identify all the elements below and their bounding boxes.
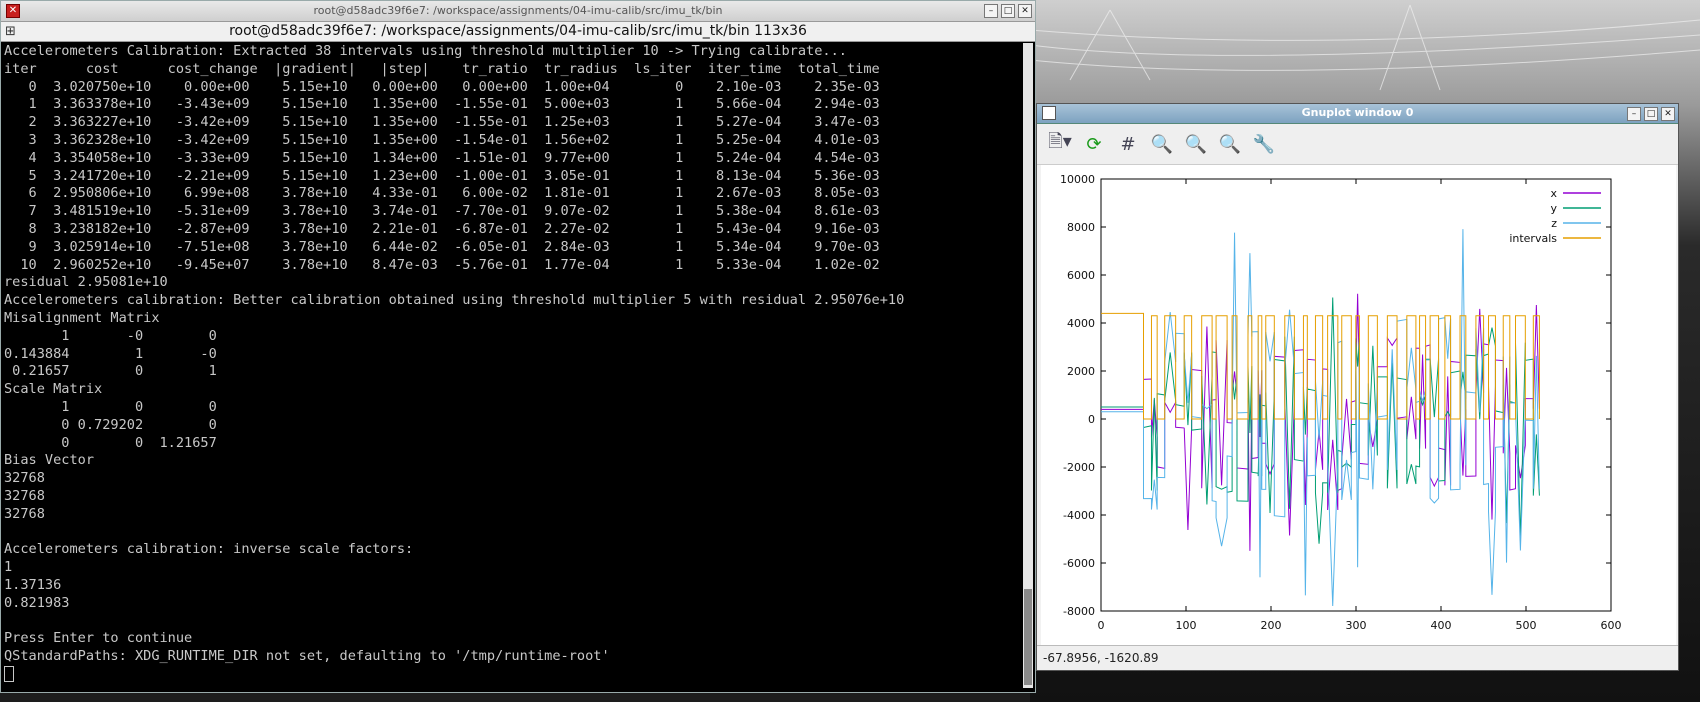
plot-svg: 0 100 200 300 400 500 600 -8000 -6000 -4000 -2000 0… [1060, 173, 1622, 632]
gnuplot-window-title: Gnuplot window 0 [1301, 106, 1414, 119]
terminal-tabbar: ⊞ root@d58adc39f6e7: /workspace/assignme… [1, 22, 1035, 42]
x-tick-label: 500 [1516, 619, 1537, 632]
y-tick-label: -4000 [1063, 509, 1095, 522]
x-tick-label: 200 [1261, 619, 1282, 632]
x-tick-label: 0 [1098, 619, 1105, 632]
terminal-line: 1 0 0 [61, 398, 217, 415]
terminal-window[interactable]: ✕ root@d58adc39f6e7: /workspace/assignme… [0, 0, 1036, 693]
terminal-line: 32768 [4, 470, 45, 487]
y-tick-label: -8000 [1063, 605, 1095, 618]
terminal-output[interactable]: Accelerometers Calibration: Extracted 38… [4, 43, 1022, 688]
terminal-cursor [4, 665, 14, 682]
terminal-line: Bias Vector [4, 452, 95, 469]
settings-icon[interactable]: 🔧 [1249, 129, 1279, 159]
terminal-scrollbar[interactable] [1023, 43, 1033, 688]
terminal-line: 0 0 1.21657 [61, 434, 217, 451]
y-tick-label: 0 [1088, 413, 1095, 426]
terminal-line: Press Enter to continue [4, 630, 193, 647]
x-tick-label: 400 [1431, 619, 1452, 632]
replot-icon[interactable]: ⟳ [1079, 129, 1109, 159]
terminal-line: Accelerometers Calibration: Extracted 38… [4, 43, 847, 59]
terminal-line: 0.821983 [4, 594, 70, 611]
export-icon[interactable]: 🗎▾ [1045, 129, 1075, 159]
terminal-line: 0 0.729202 0 [61, 416, 217, 433]
terminal-line: 8 3.238182e+10 -2.87e+09 3.78e+10 2.21e-… [28, 220, 880, 237]
legend-label-y: y [1550, 202, 1557, 215]
minimize-button[interactable]: – [984, 4, 998, 18]
terminal-line: 0.21657 0 1 [12, 363, 217, 380]
terminal-line: Accelerometers calibration: inverse scal… [4, 541, 414, 558]
plot-area[interactable]: 0 100 200 300 400 500 600 -8000 -6000 -4000 -2000 0… [1041, 165, 1676, 645]
terminal-tab-title: root@d58adc39f6e7: /workspace/assignment… [229, 23, 807, 39]
gnuplot-close-button[interactable]: ✕ [1661, 107, 1675, 121]
y-tick-label: 8000 [1067, 221, 1095, 234]
terminal-line: residual 2.95081e+10 [4, 274, 168, 291]
terminal-line: 10 2.960252e+10 -9.45e+07 3.78e+10 8.47e… [20, 256, 880, 273]
terminal-titlebar[interactable]: ✕ root@d58adc39f6e7: /workspace/assignme… [1, 1, 1035, 22]
terminal-line: Accelerometers calibration: Better calib… [4, 292, 905, 309]
series-z-line [1101, 229, 1540, 606]
terminal-line: iter cost cost_change |gradient| |step| … [4, 60, 880, 77]
terminal-line: 1 [4, 559, 13, 576]
grid-icon[interactable]: # [1113, 129, 1143, 159]
terminal-scrollbar-thumb[interactable] [1024, 589, 1032, 685]
terminal-line: 3 3.362328e+10 -3.42e+09 5.15e+10 1.35e+… [28, 131, 880, 148]
terminal-text: Accelerometers Calibration: Extracted 38… [4, 43, 1022, 686]
terminal-line: 0.143884 1 -0 [4, 345, 217, 362]
y-tick-label: -2000 [1063, 461, 1095, 474]
terminal-line: 5 3.241720e+10 -2.21e+09 5.15e+10 1.23e+… [28, 167, 880, 184]
maximize-button[interactable]: □ [1001, 4, 1015, 18]
legend-label-x: x [1550, 187, 1557, 200]
terminal-line: 1 3.363378e+10 -3.43e+09 5.15e+10 1.35e+… [28, 96, 880, 113]
y-tick-label: -6000 [1063, 557, 1095, 570]
gnuplot-minimize-button[interactable]: – [1627, 107, 1641, 121]
terminal-line: 2 3.363227e+10 -3.42e+09 5.15e+10 1.35e+… [28, 114, 880, 131]
zoom-in-icon[interactable]: 🔍 [1181, 129, 1211, 159]
terminal-line: 9 3.025914e+10 -7.51e+08 3.78e+10 6.44e-… [28, 238, 880, 255]
terminal-line: 32768 [4, 487, 45, 504]
legend-label-intervals: intervals [1509, 232, 1557, 245]
terminal-line: 4 3.354058e+10 -3.33e+09 5.15e+10 1.34e+… [28, 149, 880, 166]
mouse-coordinates: -67.8956, -1620.89 [1043, 651, 1159, 665]
gnuplot-statusbar: -67.8956, -1620.89 [1037, 645, 1678, 670]
x-tick-label: 600 [1601, 619, 1622, 632]
terminal-line: QStandardPaths: XDG_RUNTIME_DIR not set,… [4, 648, 610, 665]
terminal-line: 6 2.950806e+10 6.99e+08 3.78e+10 4.33e-0… [28, 185, 880, 202]
x-tick-label: 100 [1176, 619, 1197, 632]
terminal-line: Scale Matrix [4, 381, 103, 398]
gnuplot-titlebar[interactable]: Gnuplot window 0 – □ ✕ [1037, 104, 1678, 124]
y-tick-label: 6000 [1067, 269, 1095, 282]
gnuplot-window[interactable]: Gnuplot window 0 – □ ✕ 🗎▾ ⟳ # 🔍 🔍 🔍 🔧 0 1… [1036, 103, 1679, 671]
terminal-line: 1 -0 0 [61, 327, 217, 344]
y-tick-label: 4000 [1067, 317, 1095, 330]
terminal-line: 32768 [4, 505, 45, 522]
terminal-line: 0 3.020750e+10 0.00e+00 5.15e+10 0.00e+0… [28, 78, 880, 95]
gnuplot-toolbar: 🗎▾ ⟳ # 🔍 🔍 🔍 🔧 [1037, 124, 1678, 165]
terminal-window-title: root@d58adc39f6e7: /workspace/assignment… [313, 4, 723, 17]
legend-label-z: z [1551, 217, 1557, 230]
gnuplot-maximize-button[interactable]: □ [1644, 107, 1658, 121]
x-tick-label: 300 [1346, 619, 1367, 632]
zoom-out-icon[interactable]: 🔍 [1147, 129, 1177, 159]
terminal-line: 7 3.481519e+10 -5.31e+09 3.78e+10 3.74e-… [28, 203, 880, 220]
terminal-line: Misalignment Matrix [4, 309, 160, 326]
close-button[interactable]: ✕ [1018, 4, 1032, 18]
series-intervals-line [1101, 312, 1540, 420]
zoom-previous-icon[interactable]: 🔍 [1215, 129, 1245, 159]
y-tick-label: 2000 [1067, 365, 1095, 378]
terminal-line: 1.37136 [4, 576, 62, 593]
y-tick-label: 10000 [1060, 173, 1095, 186]
